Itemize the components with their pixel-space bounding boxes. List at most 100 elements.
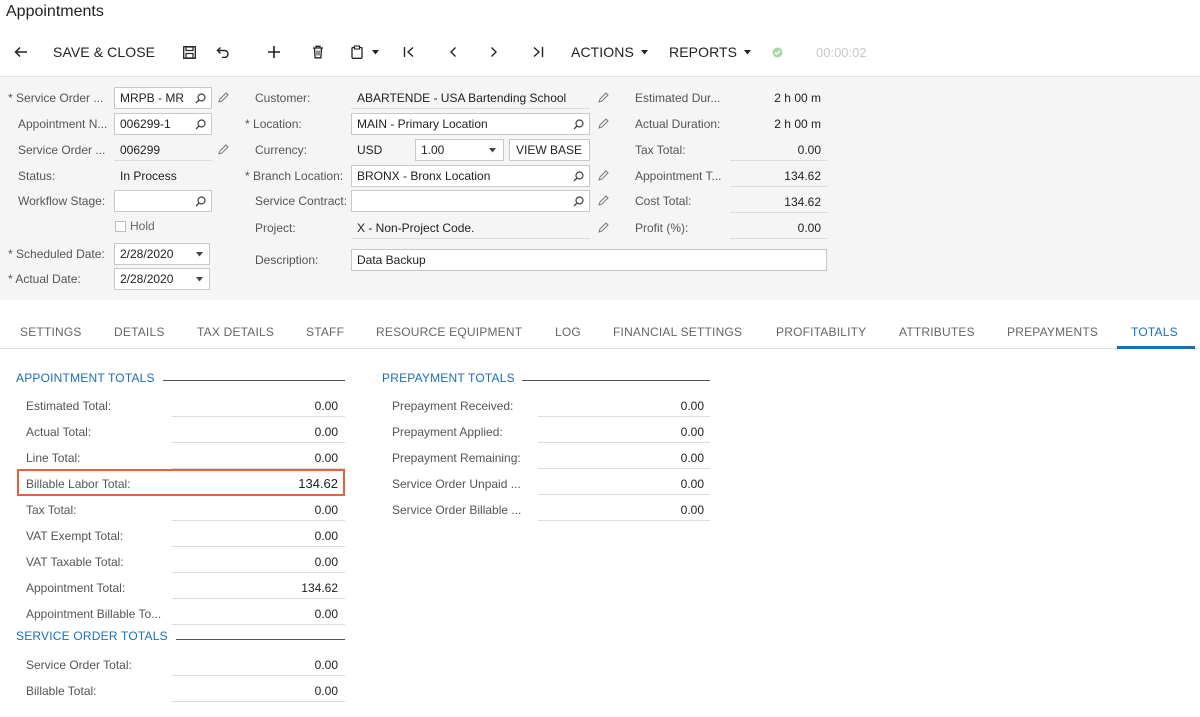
save-button[interactable] xyxy=(183,42,196,62)
undo-button[interactable] xyxy=(215,42,229,62)
field-underline xyxy=(538,468,710,469)
actual-duration-label: Actual Duration: xyxy=(635,117,721,131)
total-row-value: 134.62 xyxy=(298,476,338,491)
total-row-label: Prepayment Remaining: xyxy=(392,451,521,465)
total-row-value: 0.00 xyxy=(314,658,338,672)
view-base-button[interactable]: VIEW BASE xyxy=(509,139,590,161)
edit-pencil-icon[interactable] xyxy=(218,144,229,155)
tab-totals[interactable]: TOTALS xyxy=(1131,324,1178,340)
scheduled-date-value: 2/28/2020 xyxy=(120,247,174,261)
total-row-label: Billable Labor Total: xyxy=(26,477,131,491)
tabs-divider xyxy=(0,348,1200,349)
tax-total-label: Tax Total: xyxy=(635,143,686,157)
branch-location-field[interactable]: BRONX - Bronx Location xyxy=(351,165,590,187)
search-icon[interactable] xyxy=(573,171,584,182)
hold-checkbox[interactable] xyxy=(115,221,126,232)
tab-financial-settings[interactable]: FINANCIAL SETTINGS xyxy=(613,324,742,340)
location-field[interactable]: MAIN - Primary Location xyxy=(351,113,590,135)
actions-label: ACTIONS xyxy=(571,44,634,60)
tab-profitability[interactable]: PROFITABILITY xyxy=(776,324,866,340)
tab-settings[interactable]: SETTINGS xyxy=(20,324,82,340)
customer-value[interactable]: ABARTENDE - USA Bartending School xyxy=(357,88,566,108)
edit-pencil-icon[interactable] xyxy=(598,118,609,129)
scheduled-date-field[interactable]: 2/28/2020 xyxy=(114,243,210,265)
tab-staff[interactable]: STAFF xyxy=(306,324,344,340)
prepayment-totals-title: PREPAYMENT TOTALS xyxy=(382,371,515,385)
section-rule xyxy=(163,380,345,381)
total-row-label: Service Order Billable ... xyxy=(392,503,522,517)
project-value[interactable]: X - Non-Project Code. xyxy=(357,218,474,238)
location-label: * Location: xyxy=(245,117,302,131)
total-row-value: 0.00 xyxy=(314,607,338,621)
tax-total-value: 0.00 xyxy=(797,143,821,157)
edit-pencil-icon[interactable] xyxy=(218,92,229,103)
first-record-button[interactable] xyxy=(403,42,415,62)
edit-pencil-icon[interactable] xyxy=(598,195,609,206)
tab-prepayments[interactable]: PREPAYMENTS xyxy=(1007,324,1098,340)
caret-down-icon xyxy=(372,49,379,54)
edit-pencil-icon[interactable] xyxy=(598,170,609,181)
location-value: MAIN - Primary Location xyxy=(357,117,488,131)
customer-label: Customer: xyxy=(255,91,311,105)
description-value: Data Backup xyxy=(357,253,426,267)
undo-icon xyxy=(216,47,229,58)
caret-down-icon[interactable] xyxy=(489,148,496,153)
description-label: Description: xyxy=(255,253,319,267)
service-order-type-field[interactable]: MRPB - MR xyxy=(114,87,212,109)
total-row-value: 0.00 xyxy=(680,451,704,465)
search-icon[interactable] xyxy=(195,196,206,207)
currency-label: Currency: xyxy=(255,143,308,157)
tab-tax-details[interactable]: TAX DETAILS xyxy=(197,324,274,340)
search-icon[interactable] xyxy=(195,93,206,104)
caret-down-icon xyxy=(744,49,752,54)
total-row-label: Line Total: xyxy=(26,451,81,465)
tab-details[interactable]: DETAILS xyxy=(114,324,165,340)
caret-down-icon[interactable] xyxy=(196,277,203,282)
search-icon[interactable] xyxy=(573,119,584,130)
previous-record-button[interactable] xyxy=(449,42,457,62)
service-order-type-label: * Service Order ... xyxy=(8,91,104,105)
edit-pencil-icon[interactable] xyxy=(598,92,609,103)
description-field[interactable]: Data Backup xyxy=(351,249,827,271)
last-icon xyxy=(533,46,544,58)
search-icon[interactable] xyxy=(573,196,584,207)
actions-menu[interactable]: ACTIONS xyxy=(571,42,648,62)
tab-resource-equipment[interactable]: RESOURCE EQUIPMENT xyxy=(376,324,522,340)
field-underline xyxy=(172,546,345,547)
delete-button[interactable] xyxy=(312,42,324,62)
total-row-value: 0.00 xyxy=(314,684,338,698)
currency-rate-field[interactable]: 1.00 xyxy=(415,139,504,161)
appointment-nbr-field[interactable]: 006299-1 xyxy=(114,113,212,135)
service-order-nbr-label: Service Order ... xyxy=(18,143,106,157)
copy-paste-button[interactable] xyxy=(351,42,379,62)
last-record-button[interactable] xyxy=(532,42,544,62)
add-button[interactable] xyxy=(267,42,281,62)
actual-date-field[interactable]: 2/28/2020 xyxy=(114,268,210,290)
total-row-value: 0.00 xyxy=(314,451,338,465)
reports-menu[interactable]: REPORTS xyxy=(669,42,752,62)
tab-log[interactable]: LOG xyxy=(555,324,581,340)
back-button[interactable] xyxy=(14,42,28,62)
next-record-button[interactable] xyxy=(490,42,498,62)
appointment-totals-title: APPOINTMENT TOTALS xyxy=(16,371,155,385)
service-order-nbr-value[interactable]: 006299 xyxy=(120,140,160,160)
total-row-label: VAT Exempt Total: xyxy=(26,529,124,543)
profit-value: 0.00 xyxy=(797,221,821,235)
save-close-button[interactable]: SAVE & CLOSE xyxy=(53,42,155,62)
search-icon[interactable] xyxy=(195,119,206,130)
service-contract-field[interactable] xyxy=(351,190,590,212)
field-underline xyxy=(172,442,345,443)
tab-attributes[interactable]: ATTRIBUTES xyxy=(899,324,975,340)
workflow-stage-field[interactable] xyxy=(114,190,212,212)
total-row-label: Estimated Total: xyxy=(26,399,112,413)
total-row-value: 0.00 xyxy=(314,529,338,543)
field-underline xyxy=(730,238,827,239)
first-icon xyxy=(403,46,414,58)
view-base-label: VIEW BASE xyxy=(516,143,583,157)
total-row-value: 134.62 xyxy=(301,581,338,595)
field-underline xyxy=(538,442,710,443)
field-underline xyxy=(730,160,827,161)
caret-down-icon[interactable] xyxy=(196,252,203,257)
scheduled-date-label: * Scheduled Date: xyxy=(8,247,105,261)
edit-pencil-icon[interactable] xyxy=(598,222,609,233)
